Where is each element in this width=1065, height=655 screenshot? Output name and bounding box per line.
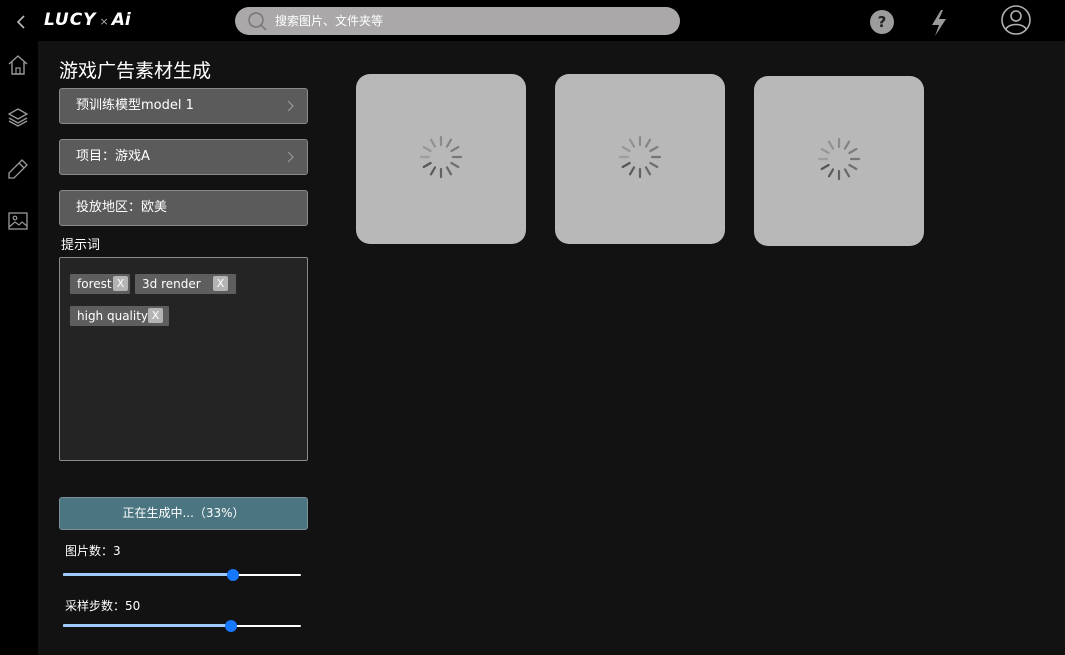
loading-spinner-icon	[817, 137, 861, 181]
spinner-tick	[848, 147, 858, 155]
spinner-tick	[450, 145, 460, 153]
region-select[interactable]: 投放地区：欧美	[59, 190, 308, 226]
image-icon[interactable]	[7, 210, 29, 232]
prompt-tag-label: forest	[77, 277, 112, 291]
prompt-tag: 3d render X	[135, 274, 236, 294]
tag-remove-button[interactable]: X	[148, 308, 163, 323]
tag-remove-button[interactable]: X	[113, 276, 128, 291]
project-select-label: 项目：游戏A	[76, 149, 150, 164]
prompt-tag-label: high quality	[77, 309, 149, 323]
spinner-tick	[649, 161, 659, 169]
help-button[interactable]: ?	[870, 10, 894, 34]
chevron-right-icon	[287, 151, 294, 163]
back-chevron-icon[interactable]	[12, 13, 30, 31]
home-icon[interactable]	[7, 54, 29, 76]
spinner-tick	[644, 166, 652, 176]
spinner-tick	[628, 138, 636, 148]
project-select[interactable]: 项目：游戏A	[59, 139, 308, 175]
spinner-tick	[827, 140, 835, 150]
spinner-tick	[848, 163, 858, 171]
prompt-tag: high quality X	[70, 306, 169, 326]
main-content: 游戏广告素材生成 预训练模型model 1 项目：游戏A 投放地区：欧美 提示词…	[38, 41, 1065, 655]
slider-fill	[63, 624, 231, 627]
spinner-tick	[628, 166, 636, 176]
sampling-steps-label: 采样步数：50	[65, 599, 141, 613]
tag-remove-button[interactable]: X	[213, 276, 228, 291]
loading-spinner-icon	[419, 135, 463, 179]
logo-separator: ×	[99, 15, 109, 28]
slider-thumb[interactable]	[227, 569, 239, 581]
search-bar	[235, 7, 680, 35]
spinner-tick	[422, 145, 432, 153]
generate-button[interactable]: 正在生成中...（33%）	[59, 497, 308, 530]
app-logo: LUCY × Ai	[44, 10, 131, 32]
spinner-tick	[450, 161, 460, 169]
layers-icon[interactable]	[7, 106, 29, 128]
model-select-label: 预训练模型model 1	[76, 98, 194, 113]
chevron-right-icon	[287, 100, 294, 112]
spinner-tick	[843, 140, 851, 150]
sidebar	[0, 41, 38, 655]
spinner-tick	[422, 161, 432, 169]
lightning-icon[interactable]	[929, 9, 949, 37]
user-avatar-icon[interactable]	[1000, 4, 1032, 36]
result-card-loading	[754, 76, 924, 246]
slider-thumb[interactable]	[224, 620, 237, 632]
spinner-tick	[621, 161, 631, 169]
image-count-slider[interactable]	[63, 568, 301, 582]
model-select[interactable]: 预训练模型model 1	[59, 88, 308, 124]
result-card-loading	[356, 74, 526, 244]
logo-text-left: LUCY	[44, 10, 97, 30]
spinner-tick	[445, 138, 453, 148]
spinner-tick	[820, 163, 830, 171]
prompt-tag-label: 3d render	[142, 277, 201, 291]
spinner-tick	[827, 168, 835, 178]
search-input[interactable]	[275, 7, 665, 35]
pencil-icon[interactable]	[7, 158, 29, 180]
loading-spinner-icon	[618, 135, 662, 179]
spinner-tick	[621, 145, 631, 153]
prompt-label: 提示词	[61, 238, 101, 253]
top-bar: LUCY × Ai ?	[0, 0, 1065, 41]
prompt-tag: forest X	[70, 274, 130, 294]
spinner-tick	[843, 168, 851, 178]
region-select-label: 投放地区：欧美	[76, 200, 168, 215]
logo-text-right: Ai	[111, 10, 131, 30]
prompt-tag-box[interactable]: forest X 3d render X high quality X	[59, 257, 308, 461]
result-card-loading	[555, 74, 725, 244]
page-title: 游戏广告素材生成	[59, 60, 212, 82]
spinner-tick	[445, 166, 453, 176]
search-icon	[248, 12, 267, 31]
spinner-tick	[429, 138, 437, 148]
spinner-tick	[644, 138, 652, 148]
slider-fill	[63, 573, 233, 576]
sampling-steps-slider[interactable]	[63, 619, 301, 633]
image-count-label: 图片数：3	[65, 544, 121, 558]
spinner-tick	[429, 166, 437, 176]
spinner-tick	[649, 145, 659, 153]
spinner-tick	[820, 147, 830, 155]
